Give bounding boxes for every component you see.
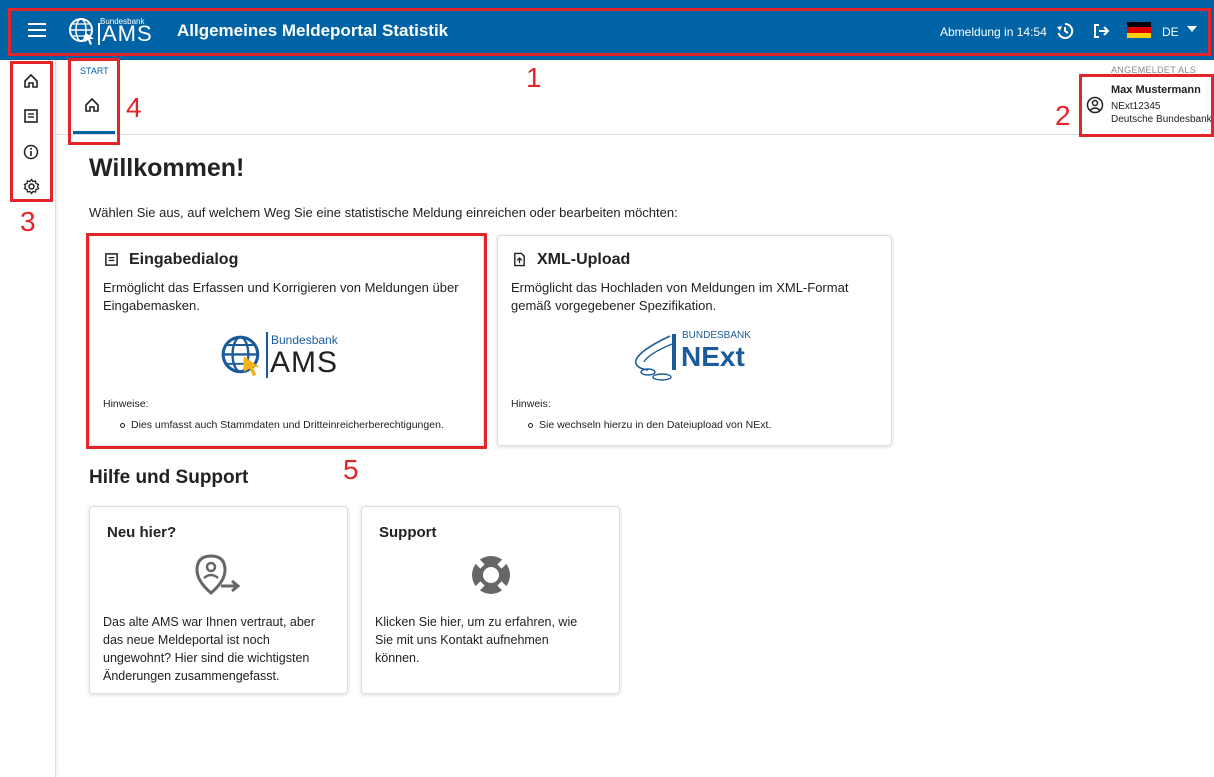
card-desc-line2: Sie mit uns Kontakt aufnehmen xyxy=(375,633,549,647)
logo-divider xyxy=(266,332,268,378)
card-hint-label: Hinweis: xyxy=(511,398,551,410)
logo-small-text: BUNDESBANK xyxy=(682,330,751,341)
card-desc-line2: Eingabemasken. xyxy=(103,298,200,313)
page-title: Willkommen! xyxy=(89,154,245,182)
annotation-number-1: 1 xyxy=(526,62,542,93)
form-icon xyxy=(105,253,118,266)
annotation-number-3: 3 xyxy=(20,206,36,237)
card-title: XML-Upload xyxy=(537,251,631,268)
annotation-number-2: 2 xyxy=(1055,100,1071,131)
user-org: Deutsche Bundesbank xyxy=(1111,114,1212,125)
globe-icon xyxy=(69,18,94,45)
card-hint-item: Dies umfasst auch Stammdaten und Drittei… xyxy=(120,419,444,431)
sidebar-form-icon[interactable] xyxy=(20,105,42,127)
history-icon[interactable] xyxy=(1055,21,1075,41)
intro-text: Wählen Sie aus, auf welchem Weg Sie eine… xyxy=(89,205,678,220)
language-select[interactable]: DE xyxy=(1162,25,1179,39)
card-desc-line4: Änderungen zusammengefasst. xyxy=(103,669,280,683)
upload-file-icon xyxy=(514,252,525,267)
card-title: Eingabedialog xyxy=(129,251,239,268)
next-logo: BUNDESBANK NExt xyxy=(630,328,770,386)
card-desc-line1: Ermöglicht das Hochladen von Meldungen i… xyxy=(511,280,849,295)
card-desc-line1: Ermöglicht das Erfassen und Korrigieren … xyxy=(103,280,459,295)
user-switch-icon xyxy=(195,554,241,595)
logo-small-text: Bundesbank xyxy=(271,333,338,347)
top-bar: Bundesbank AMS Allgemeines Meldeportal S… xyxy=(0,0,1214,60)
card-hint-label: Hinweise: xyxy=(103,398,149,410)
card-desc-line3: ungewohnt? Hier sind die wichtigsten xyxy=(103,651,310,665)
home-icon xyxy=(85,97,99,112)
chevron-down-icon[interactable] xyxy=(1187,26,1197,32)
menu-icon[interactable] xyxy=(24,18,50,42)
ams-logo: Bundesbank AMS xyxy=(220,330,360,380)
help-section-title: Hilfe und Support xyxy=(89,467,249,488)
annotation-number-4: 4 xyxy=(126,92,142,123)
card-desc-line1: Das alte AMS war Ihnen vertraut, aber xyxy=(103,615,315,629)
sidebar-home-icon[interactable] xyxy=(20,70,42,92)
logo-big-text: NExt xyxy=(681,341,745,372)
divider xyxy=(56,134,1214,135)
card-xml-upload[interactable]: XML-Upload Ermöglicht das Hochladen von … xyxy=(497,235,892,446)
annotation-number-5: 5 xyxy=(343,454,359,485)
user-icon[interactable] xyxy=(1086,96,1104,114)
logo-big-text: AMS xyxy=(98,23,153,45)
card-title: Support xyxy=(379,524,437,541)
tab-home[interactable] xyxy=(77,93,107,117)
globe-icon xyxy=(221,335,260,377)
card-desc-line2: das neue Meldeportal ist noch xyxy=(103,633,270,647)
next-swirl-icon xyxy=(634,334,676,381)
user-name: Max Mustermann xyxy=(1111,84,1201,96)
sidebar-settings-icon[interactable] xyxy=(20,175,42,197)
logged-as-label: ANGEMELDET ALS xyxy=(1111,65,1197,75)
sidebar-info-icon[interactable] xyxy=(20,141,42,163)
flag-de-icon[interactable] xyxy=(1127,22,1151,38)
card-desc-line1: Klicken Sie hier, um zu erfahren, wie xyxy=(375,615,578,629)
tab-start-label: START xyxy=(80,66,109,76)
card-hint-item: Sie wechseln hierzu in den Dateiupload v… xyxy=(528,419,771,431)
card-eingabedialog[interactable]: Eingabedialog Ermöglicht das Erfassen un… xyxy=(89,235,484,446)
user-id: NExt12345 xyxy=(1111,101,1161,112)
card-new-here[interactable]: Neu hier? Das alte AMS war Ihnen vertrau… xyxy=(89,506,348,694)
logout-timer: Abmeldung in 14:54 xyxy=(940,25,1047,39)
lifebuoy-icon xyxy=(472,556,510,594)
card-title: Neu hier? xyxy=(107,524,177,541)
sidebar xyxy=(0,60,56,777)
card-support[interactable]: Support Klicken Sie hier, um zu erfahren… xyxy=(361,506,620,694)
card-desc-line3: können. xyxy=(375,651,420,665)
app-title: Allgemeines Meldeportal Statistik xyxy=(177,21,449,40)
card-desc-line2: gemäß vorgegebener Spezifikation. xyxy=(511,298,717,313)
logout-icon[interactable] xyxy=(1091,21,1111,41)
logo-big-text: AMS xyxy=(270,346,339,379)
